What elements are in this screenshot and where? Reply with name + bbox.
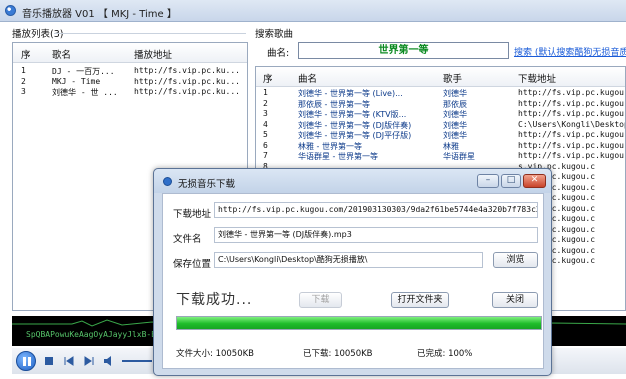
col-index[interactable]: 序 — [21, 47, 31, 61]
result-cell: 刘德华 — [443, 89, 467, 98]
result-cell: 刘德华 — [443, 131, 467, 140]
file-size: 文件大小: 10050KB — [176, 349, 255, 359]
download-url-field[interactable]: http://fs.vip.pc.kugou.com/201903130303/… — [214, 202, 538, 218]
pause-button[interactable] — [16, 351, 36, 371]
result-cell: 刘德华 - 世界第一等 (Live)... — [298, 89, 403, 98]
col-name[interactable]: 歌名 — [52, 47, 71, 61]
volume-slider[interactable] — [122, 360, 152, 362]
savepath-label: 保存位置 — [173, 259, 212, 270]
playlist-header: 序 歌名 播放地址 — [13, 43, 247, 63]
result-cell: 6 — [263, 140, 268, 150]
dialog-body: 下载地址 http://fs.vip.pc.kugou.com/20190313… — [162, 193, 544, 369]
result-row[interactable]: 2 那依辰 - 世界第一等 那依辰 http://fs.vip.pc.kugou.c — [256, 99, 625, 110]
search-label: 曲名: — [267, 48, 290, 59]
window-titlebar: 音乐播放器 V01 【 MKJ - Time 】 — [0, 0, 626, 22]
playlist-row[interactable]: 1 DJ - 一百万... http://fs.vip.pc.ku... — [13, 66, 247, 77]
url-label: 下载地址 — [173, 209, 212, 220]
col-artist[interactable]: 歌手 — [443, 71, 462, 85]
search-link[interactable]: 搜索 (默认搜索酷狗无损音质) — [514, 45, 626, 58]
search-title: 搜索歌曲 — [255, 29, 294, 40]
result-cell: http://fs.vip.pc.kugou.c — [518, 98, 625, 108]
result-cell: 4 — [263, 119, 268, 129]
window-title: 音乐播放器 V01 【 MKJ - Time 】 — [22, 9, 177, 20]
playlist-cell: 2 — [21, 76, 26, 86]
result-cell: http://fs.vip.pc.kugou.c — [518, 109, 625, 118]
result-cell: 刘德华 — [443, 120, 467, 130]
result-row[interactable]: 5 刘德华 - 世界第一等 (DJ平仔版) 刘德华 http://fs.vip.pc.… — [256, 130, 625, 141]
next-icon[interactable] — [82, 354, 96, 368]
download-status: 下载成功... — [176, 292, 253, 308]
result-row[interactable]: 3 刘德华 - 世界第一等 (KTV版... 刘德华 http://fs.vip.pc… — [256, 109, 625, 120]
divider — [54, 33, 246, 34]
playlist-cell: MKJ - Time — [52, 76, 101, 86]
open-folder-button[interactable]: 打开文件夹 — [391, 292, 449, 308]
result-row[interactable]: 7 华语群星 - 世界第一等 华语群星 http://fs.vip.pc.kugou.… — [256, 151, 625, 162]
filename-field[interactable]: 刘德华 - 世界第一等 (DJ版伴奏).mp3 — [214, 227, 538, 243]
search-input[interactable]: 世界第一等 — [298, 42, 509, 59]
download-progress-bar — [176, 316, 542, 330]
maximize-button[interactable]: □ — [501, 174, 521, 188]
result-cell: 2 — [263, 98, 268, 108]
result-cell: http://fs.vip.pc.kugou.c — [518, 151, 625, 160]
col-title[interactable]: 曲名 — [298, 71, 317, 85]
playlist-cell: http://fs.vip.pc.ku... — [134, 76, 240, 86]
playlist-cell: http://fs.vip.pc.ku... — [134, 66, 240, 75]
result-cell: http://fs.vip.pc.kugou.c — [518, 130, 625, 139]
dialog-app-icon — [163, 177, 172, 186]
result-cell: 那依辰 - 世界第一等 — [298, 99, 370, 109]
playlist-cell: 3 — [21, 87, 26, 96]
result-cell: http://fs.vip.pc.kugou.c — [518, 88, 625, 97]
progress-fill — [177, 317, 541, 329]
result-cell: 刘德华 — [443, 110, 467, 119]
download-dialog: 无损音乐下载 – □ ✕ 下载地址 http://fs.vip.pc.kugou… — [153, 168, 552, 376]
download-button[interactable]: 下载 — [299, 292, 342, 308]
playlist-cell: http://fs.vip.pc.ku... — [134, 87, 240, 96]
result-cell: 华语群星 - 世界第一等 — [298, 152, 378, 161]
results-header: 序 曲名 歌手 下载地址 — [256, 67, 625, 87]
result-cell: 刘德华 - 世界第一等 (DJ版伴奏) — [298, 120, 412, 130]
result-cell: 5 — [263, 130, 268, 139]
playlist-cell: 刘德华 - 世 ... — [52, 88, 118, 97]
app-icon — [5, 5, 16, 16]
result-row[interactable]: 1 刘德华 - 世界第一等 (Live)... 刘德华 http://fs.vip.p… — [256, 88, 625, 99]
savepath-field[interactable]: C:\Users\Kongli\Desktop\酷狗无损播放\ — [214, 252, 483, 268]
result-cell: 林雅 - 世界第一等 — [298, 141, 362, 151]
close-button[interactable]: ✕ — [523, 174, 546, 188]
col-download-url[interactable]: 下载地址 — [518, 71, 556, 85]
col-index[interactable]: 序 — [263, 71, 273, 85]
col-url[interactable]: 播放地址 — [134, 47, 172, 61]
result-cell: http://fs.vip.pc.kugou.c — [518, 140, 625, 150]
filename-label: 文件名 — [173, 234, 202, 245]
result-cell: 3 — [263, 109, 268, 118]
result-cell: 那依辰 — [443, 99, 467, 109]
dialog-title: 无损音乐下载 — [178, 179, 236, 190]
previous-icon[interactable] — [62, 354, 76, 368]
stop-icon[interactable] — [42, 354, 56, 368]
playlist-cell: DJ - 一百万... — [52, 67, 115, 76]
result-cell: 7 — [263, 151, 268, 160]
browse-button[interactable]: 浏览 — [493, 252, 538, 268]
result-row[interactable]: 6 林雅 - 世界第一等 林雅 http://fs.vip.pc.kugou.c — [256, 141, 625, 152]
close-dialog-button[interactable]: 关闭 — [492, 292, 538, 308]
result-cell: 华语群星 — [443, 152, 475, 161]
result-cell: 刘德华 - 世界第一等 (KTV版... — [298, 110, 407, 119]
pause-icon — [23, 357, 31, 366]
playlist-cell: 1 — [21, 66, 26, 75]
result-row[interactable]: 4 刘德华 - 世界第一等 (DJ版伴奏) 刘德华 C:\Users\Kongli\D… — [256, 120, 625, 131]
result-cell: 林雅 — [443, 141, 459, 151]
minimize-button[interactable]: – — [477, 174, 499, 188]
dialog-titlebar: 无损音乐下载 – □ ✕ — [154, 169, 551, 193]
playlist-row[interactable]: 3 刘德华 - 世 ... http://fs.vip.pc.ku... — [13, 87, 247, 98]
visualizer-text: SpQBAPowuKeAagOyAJayyJlxB-B8 — [26, 330, 161, 339]
volume-icon[interactable] — [102, 354, 116, 368]
downloaded-size: 已下载: 10050KB — [303, 349, 373, 359]
result-cell: 1 — [263, 88, 268, 97]
playlist-row[interactable]: 2 MKJ - Time http://fs.vip.pc.ku... — [13, 77, 247, 88]
result-cell: C:\Users\Kongli\Desktop\ — [518, 119, 625, 129]
completed-percent: 已完成: 100% — [417, 349, 473, 359]
result-cell: 刘德华 - 世界第一等 (DJ平仔版) — [298, 131, 412, 140]
